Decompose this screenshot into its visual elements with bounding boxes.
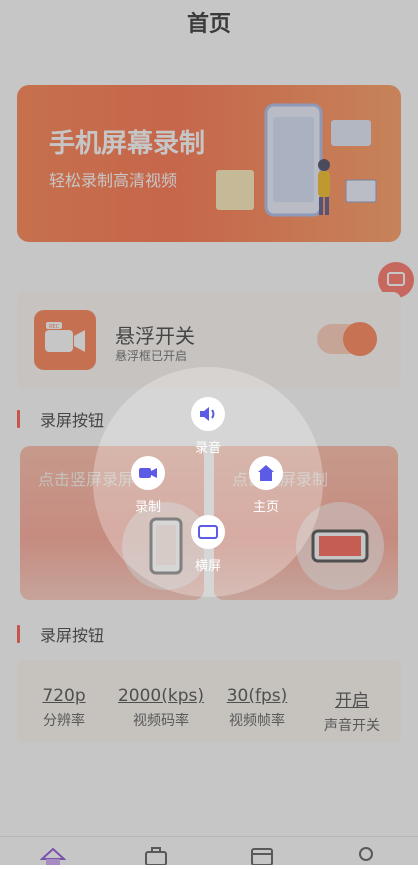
radial-record[interactable]: 录制: [118, 456, 178, 515]
radial-home-label: 主页: [252, 500, 279, 515]
radial-record-label: 录制: [134, 500, 161, 515]
radial-landscape[interactable]: 横屏: [178, 515, 238, 574]
speaker-icon: [191, 397, 225, 431]
radial-sound[interactable]: 录音: [178, 397, 238, 456]
home-icon: [249, 456, 283, 490]
radial-sound-label: 录音: [194, 441, 221, 456]
radial-home[interactable]: 主页: [236, 456, 296, 515]
video-camera-icon: [131, 456, 165, 490]
home-page: 首页 手机屏幕录制 轻松录制高清视频 REC 悬浮开关 悬浮框已开启 录屏按钮 …: [0, 0, 418, 866]
floating-radial-menu: 录音 录制 主页 横屏: [93, 367, 323, 597]
landscape-screen-icon: [191, 515, 225, 549]
radial-landscape-label: 横屏: [194, 559, 221, 574]
